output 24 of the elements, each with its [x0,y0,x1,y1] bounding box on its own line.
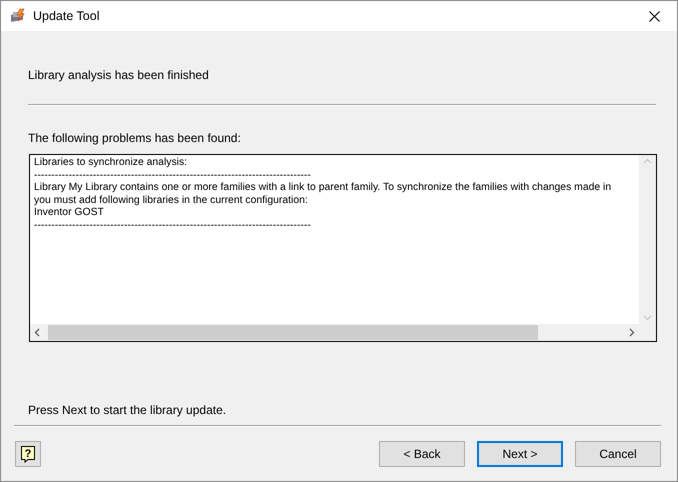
report-line: -------------------------------------------------------------------------------- [34,170,311,182]
vertical-scrollbar[interactable] [639,155,656,324]
help-icon: ? [20,445,36,463]
report-line: Library My Library contains one or more families with a link to parent family. To synchronize the families with changes made in [34,182,612,194]
report-line: Libraries to synchronize analysis: [34,157,188,170]
horizontal-scrollbar[interactable] [30,324,639,341]
status-text: Library analysis has been finished [28,68,210,82]
hint-text: Press Next to start the library update. [28,403,228,417]
dialog-button[interactable]: Cancel [575,441,661,467]
scroll-down-icon[interactable] [643,315,652,321]
report-line: Inventor GOST [34,207,104,220]
problems-label: The following problems has been found: [28,131,242,145]
app-icon [10,8,26,24]
dialog-button[interactable]: < Back [379,441,465,467]
scrollbar-thumb[interactable] [48,325,538,340]
report-line: you must add following libraries in the current configuration: [34,194,308,207]
scroll-right-icon[interactable] [629,328,635,337]
report-line: -------------------------------------------------------------------------------- [34,220,311,232]
scroll-up-icon[interactable] [643,158,652,164]
scroll-left-icon[interactable] [34,328,40,337]
close-icon [648,10,660,22]
window-title: Update Tool [33,9,100,23]
dialog-button[interactable]: Next > [477,441,563,467]
help-button[interactable]: ? [15,441,41,467]
